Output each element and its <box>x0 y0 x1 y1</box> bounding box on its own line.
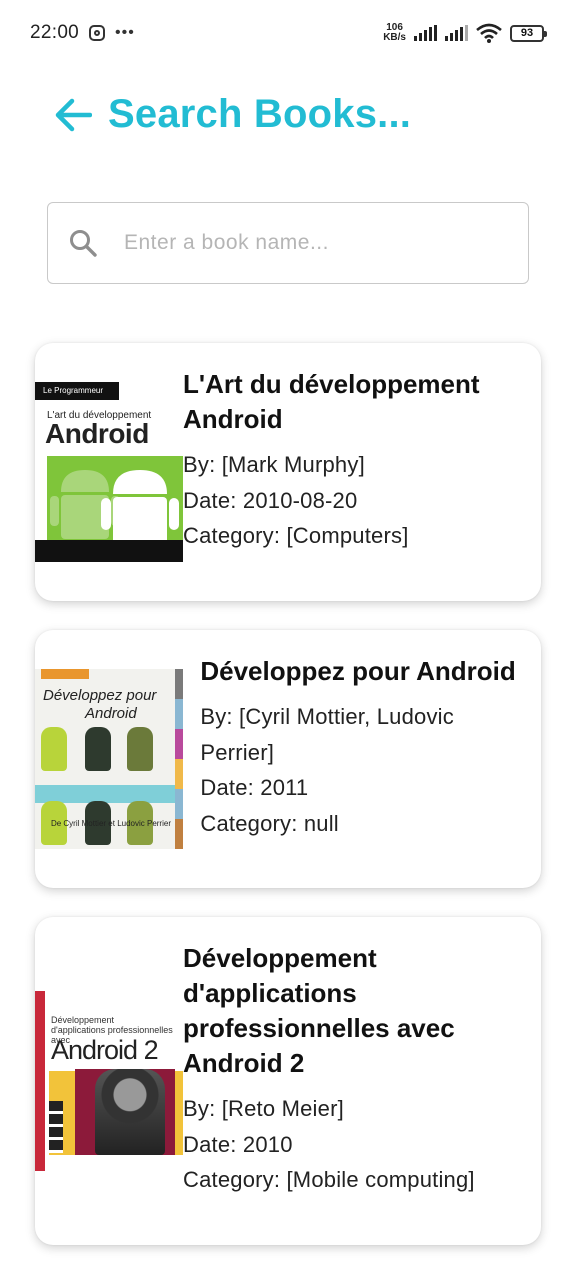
book-card[interactable]: Développez pour Android De Cyril Mottier… <box>35 630 541 888</box>
book-category: Category: [Computers] <box>183 523 409 548</box>
book-cover-wrap: Le Programmeur L'art du développement An… <box>35 343 183 601</box>
cover-big-title: Android <box>45 418 149 449</box>
book-date: Date: 2011 <box>200 775 309 800</box>
cover-authors: De Cyril Mottier et Ludovic Perrier <box>50 819 171 828</box>
arrow-left-icon <box>55 98 92 131</box>
cover-footer <box>35 540 183 562</box>
cover-robot <box>95 1069 165 1155</box>
book-card[interactable]: Développement d'applications professionn… <box>35 917 541 1245</box>
cover-robot <box>41 727 67 771</box>
search-input[interactable] <box>124 231 528 255</box>
instagram-icon <box>89 25 106 41</box>
book-title: Développez pour Android <box>200 656 516 686</box>
book-info: L'Art du développement Android By: [Mark… <box>183 343 541 601</box>
cover-band: Le Programmeur <box>35 382 119 400</box>
cover-robot <box>85 727 111 771</box>
cover-side-blocks <box>49 1101 63 1153</box>
network-speed-unit: KB/s <box>383 32 406 43</box>
page-title: Search Books... <box>108 92 412 136</box>
book-info: Développement d'applications professionn… <box>183 917 541 1245</box>
book-title: Développement d'applications professionn… <box>183 943 455 1078</box>
status-right: 106 KB/s 93 <box>383 23 547 43</box>
cover-title-line1: Développement <box>51 1015 115 1025</box>
screen: 22:00 ••• 106 KB/s 93 Search Books... En… <box>0 0 576 1280</box>
more-dots-icon: ••• <box>115 24 135 41</box>
book-date: Date: 2010 <box>183 1131 293 1157</box>
book-info: Développez pour Android By: [Cyril Motti… <box>200 630 541 888</box>
battery-icon: 93 <box>510 24 547 42</box>
cover-big-title: Android 2 <box>51 1035 159 1065</box>
book-date: Date: 2010-08-20 <box>183 487 358 513</box>
book-cover: Le Programmeur L'art du développement An… <box>35 382 183 562</box>
cover-title-line2: Android <box>85 705 137 722</box>
network-speed: 106 KB/s <box>383 23 406 43</box>
app-header: Search Books... <box>54 92 411 137</box>
book-category: Category: [Mobile computing] <box>183 1167 475 1192</box>
cover-side-bars <box>175 669 183 849</box>
search-box[interactable] <box>47 202 529 284</box>
book-cover: Développement d'applications professionn… <box>35 991 183 1171</box>
cover-title-line1: Développez pour <box>43 687 157 704</box>
back-button[interactable] <box>54 96 92 134</box>
book-cover: Développez pour Android De Cyril Mottier… <box>35 669 183 849</box>
book-authors: By: [Reto Meier] <box>183 1096 344 1121</box>
book-cover-wrap: Développement d'applications professionn… <box>35 917 183 1245</box>
status-bar: 22:00 ••• 106 KB/s 93 <box>0 0 576 66</box>
search-icon <box>70 230 97 257</box>
cover-robot <box>127 727 153 771</box>
signal-icon-2 <box>445 25 468 41</box>
cover-tag <box>41 669 89 679</box>
signal-icon <box>414 25 437 41</box>
cover-red-spine <box>35 991 45 1171</box>
book-category: Category: null <box>200 810 339 836</box>
book-authors: By: [Mark Murphy] <box>183 452 365 477</box>
status-left: 22:00 ••• <box>30 22 135 44</box>
battery-level: 93 <box>520 26 534 39</box>
book-title: L'Art du développement Android <box>183 369 480 434</box>
book-cover-wrap: Développez pour Android De Cyril Mottier… <box>35 630 200 888</box>
book-card[interactable]: Le Programmeur L'art du développement An… <box>35 343 541 601</box>
status-time: 22:00 <box>30 22 80 43</box>
book-authors: By: [Cyril Mottier, Ludovic Perrier] <box>200 704 454 765</box>
wifi-icon <box>476 23 502 43</box>
